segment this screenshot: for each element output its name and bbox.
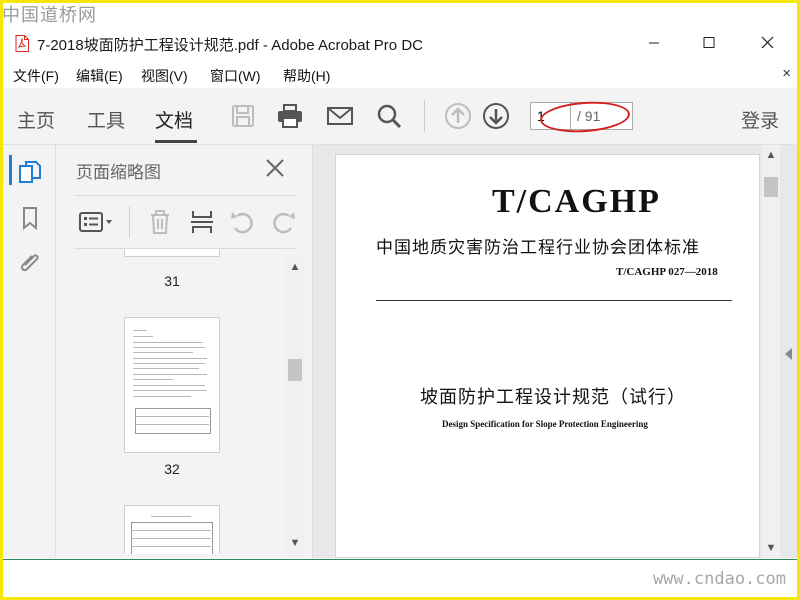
options-icon[interactable] [78,208,116,236]
menu-close-button[interactable]: × [782,65,791,82]
page-thumbnails-icon[interactable] [17,159,43,185]
thumbnail-toolbar [74,195,296,249]
toolbar-separator [424,100,425,132]
scroll-thumb[interactable] [764,177,778,197]
organization-name: 中国地质灾害防治工程行业协会团体标准 [376,238,700,257]
delete-icon[interactable] [146,208,174,236]
close-window-button[interactable] [757,33,779,53]
login-button[interactable]: 登录 [741,106,779,133]
active-tab-indicator [155,140,197,143]
bookmark-icon[interactable] [17,205,43,231]
scroll-up-arrow[interactable]: ▲ [286,259,304,275]
page-label: 32 [164,461,180,477]
menu-file[interactable]: 文件(F) [13,66,59,86]
thumbnail-scrollbar[interactable]: ▲ ▼ [286,255,304,557]
main-toolbar: 主页 工具 文档 / 91 登录 [3,88,797,145]
menu-bar: 文件(F) 编辑(E) 视图(V) 窗口(W) 帮助(H) × [3,62,797,86]
rail-active-indicator [9,155,12,185]
panel-close-icon[interactable] [264,157,286,179]
scroll-thumb[interactable] [288,359,302,381]
expand-right-panel-icon[interactable] [785,348,793,360]
document-title: 坡面防护工程设计规范（试行） [420,387,686,407]
page-label: 31 [164,273,180,289]
page-thumbnail[interactable] [124,505,220,554]
page-down-icon[interactable] [482,102,510,130]
window-title: 7-2018坡面防护工程设计规范.pdf - Adobe Acrobat Pro… [37,37,423,54]
document-page: T/CAGHP 中国地质灾害防治工程行业协会团体标准 T/CAGHP 027—2… [335,154,760,558]
scroll-down-arrow[interactable]: ▼ [286,535,304,551]
maximize-button[interactable] [698,33,720,53]
insert-icon[interactable] [188,208,216,236]
panel-title: 页面缩略图 [76,163,161,182]
menu-help[interactable]: 帮助(H) [283,66,330,86]
thumbnail-table [135,408,211,434]
menu-window[interactable]: 窗口(W) [210,66,261,86]
document-view: T/CAGHP 中国地质灾害防治工程行业协会团体标准 T/CAGHP 027—2… [313,145,797,558]
tab-tools[interactable]: 工具 [87,106,125,133]
thumbnail-list: 31 32 [74,249,284,554]
page-thumbnail[interactable] [124,249,220,257]
rotate-left-icon[interactable] [228,208,256,236]
scroll-down-arrow[interactable]: ▼ [762,540,780,556]
menu-view[interactable]: 视图(V) [141,66,188,86]
rotate-right-icon[interactable] [270,208,298,236]
title-bar: 7-2018坡面防护工程设计规范.pdf - Adobe Acrobat Pro… [3,28,797,58]
print-icon[interactable] [276,102,304,130]
header-rule [376,300,732,301]
menu-edit[interactable]: 编辑(E) [76,66,123,86]
pdf-file-icon [15,35,29,52]
page-up-icon[interactable] [444,102,472,130]
scroll-up-arrow[interactable]: ▲ [762,147,780,163]
standard-code: T/CAGHP [492,183,661,220]
page-thumbnail[interactable] [124,317,220,453]
page-thumbnails-panel: 页面缩略图 31 32 ▲ ▼ [56,145,313,558]
panel-tool-separator [129,206,130,238]
save-icon[interactable] [229,102,257,130]
watermark-bottom: www.cndao.com [652,569,786,589]
tab-document[interactable]: 文档 [155,106,193,133]
minimize-button[interactable] [643,33,665,53]
status-divider [3,559,797,560]
search-icon[interactable] [375,102,403,130]
document-scrollbar[interactable]: ▲ ▼ [762,145,780,558]
attachment-icon[interactable] [17,249,43,275]
watermark-top: 中国道桥网 [2,5,97,26]
mail-icon[interactable] [326,102,354,130]
navigation-rail [3,145,56,558]
document-subtitle: Design Specification for Slope Protectio… [442,419,648,429]
tab-home[interactable]: 主页 [17,106,55,133]
standard-number: T/CAGHP 027—2018 [616,266,718,278]
